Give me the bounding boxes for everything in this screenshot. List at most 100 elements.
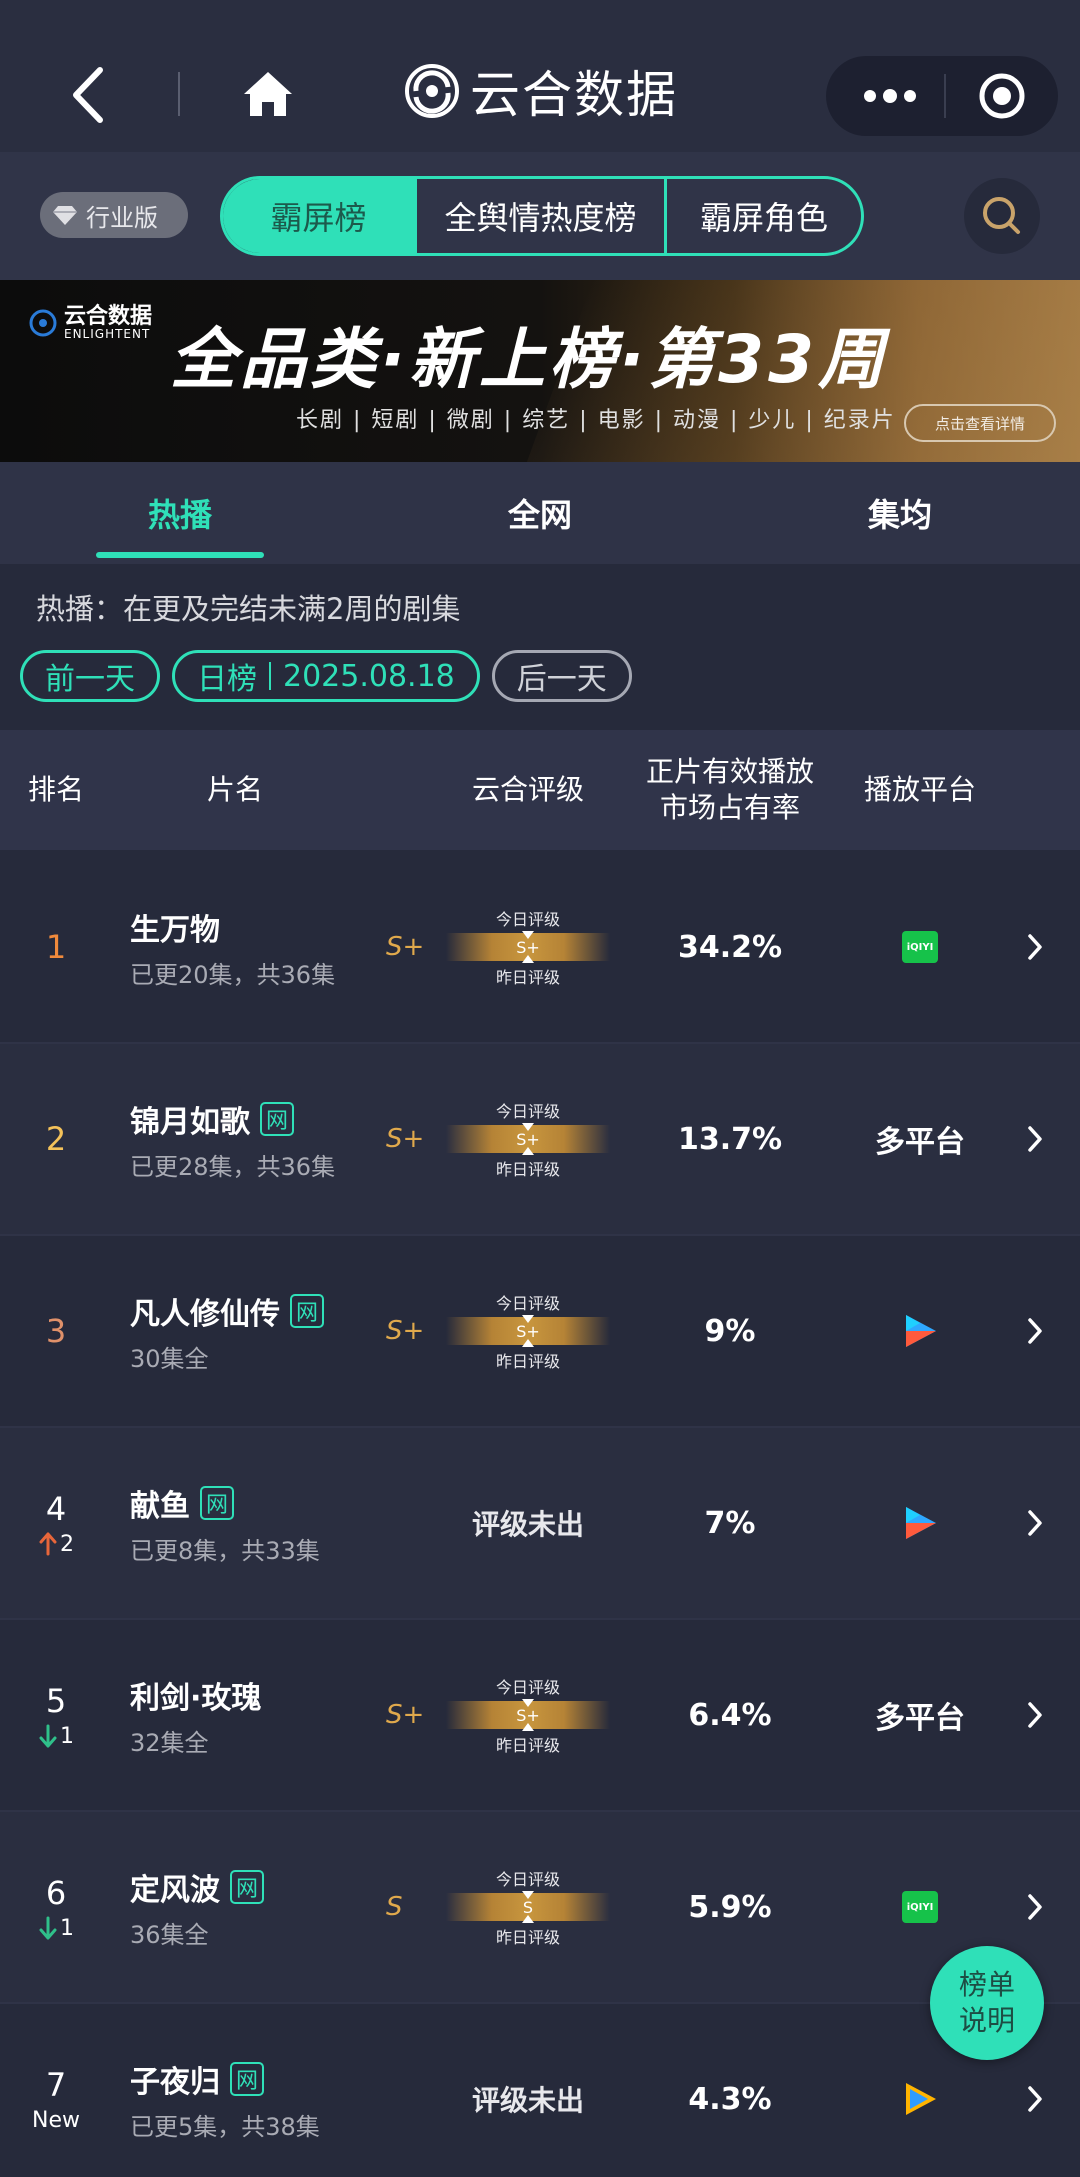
prev-day-button[interactable]: 前一天 xyxy=(20,650,160,702)
search-button[interactable] xyxy=(964,178,1040,254)
rank-number: 6 xyxy=(45,1873,67,1912)
rank-number: 4 xyxy=(45,1489,67,1528)
table-row[interactable]: 2 锦月如歌网已更28集，共36集 S+ 今日评级 S+ 昨日评级 13.7% 多平台 xyxy=(0,1044,1080,1236)
more-dots-icon[interactable] xyxy=(860,82,920,110)
chart-date: 2025.08.18 xyxy=(283,658,455,694)
next-day-button[interactable]: 后一天 xyxy=(491,650,632,702)
back-arrow-icon[interactable] xyxy=(60,60,120,130)
tab-hot-airing[interactable]: 热播 xyxy=(0,462,360,564)
rank-cell: 7 New xyxy=(0,2004,112,2177)
rating-yesterday-label: 昨日评级 xyxy=(495,968,560,987)
rank-down-arrow-icon xyxy=(39,1916,57,1940)
platform-text: 多平台 xyxy=(875,1125,965,1160)
show-title: 凡人修仙传网 xyxy=(130,1289,390,1333)
banner-logo-cn: 云合数据 xyxy=(64,304,153,329)
mini-program-capsule xyxy=(826,56,1058,136)
episode-info: 已更8集，共33集 xyxy=(130,1536,320,1565)
grade-level: S+ xyxy=(386,932,425,962)
header-share-line2: 市场占有率 xyxy=(659,791,800,824)
home-icon[interactable] xyxy=(240,66,296,122)
ranking-type-segment: 霸屏榜 全舆情热度榜 霸屏角色 xyxy=(220,176,864,256)
iqiyi-icon: iQIYI xyxy=(902,1891,938,1923)
rating-bar: S+ xyxy=(446,1123,610,1155)
tab-per-episode[interactable]: 集均 xyxy=(720,462,1080,564)
chart-tabs: 热播 全网 集均 xyxy=(0,462,1080,564)
show-title-text: 凡人修仙传 xyxy=(130,1296,280,1332)
enlightent-logo-icon xyxy=(29,309,57,337)
row-chevron[interactable] xyxy=(1024,1044,1052,1234)
rank-up-arrow-icon xyxy=(39,1532,57,1556)
filter-bar: 行业版 霸屏榜 全舆情热度榜 霸屏角色 xyxy=(0,152,1080,280)
grade-level: S xyxy=(386,1892,403,1922)
banner-logo: 云合数据 ENLIGHTENT xyxy=(28,306,152,340)
close-miniprogram-icon[interactable] xyxy=(978,72,1026,120)
rank-change-value: 1 xyxy=(60,1915,74,1941)
episode-info: 30集全 xyxy=(130,1344,209,1373)
industry-edition-badge[interactable]: 行业版 xyxy=(40,192,188,238)
chevron-right-icon xyxy=(1028,2086,1042,2112)
episode-info: 已更20集，共36集 xyxy=(130,960,336,989)
segment-dominance-list[interactable]: 霸屏榜 xyxy=(223,179,417,253)
platform-cell xyxy=(840,1236,1000,1426)
table-row[interactable]: 4 2 献鱼网已更8集，共33集 评级未出 7% xyxy=(0,1428,1080,1620)
row-chevron[interactable] xyxy=(1024,1428,1052,1618)
platform-cell: 多平台 xyxy=(840,1620,1000,1810)
rank-down-arrow-icon xyxy=(39,1724,57,1748)
rating-yesterday-label: 昨日评级 xyxy=(495,1160,560,1179)
rating-indicator: 今日评级 S+ 昨日评级 xyxy=(446,1620,610,1810)
web-drama-badge: 网 xyxy=(260,1101,294,1136)
rank-change: 2 xyxy=(38,1532,74,1557)
episode-info: 已更28集，共36集 xyxy=(130,1152,336,1181)
banner-detail-button[interactable]: 点击查看详情 xyxy=(904,404,1056,442)
header-share-line1: 正片有效播放 xyxy=(645,755,814,788)
rank-number: 7 xyxy=(45,2065,67,2104)
table-row[interactable]: 1 生万物 已更20集，共36集 S+ 今日评级 S+ 昨日评级 34.2% iQIYI xyxy=(0,852,1080,1044)
rank-cell: 51 xyxy=(0,1620,112,1810)
rating-today-label: 今日评级 xyxy=(495,910,560,929)
web-drama-badge: 网 xyxy=(290,1293,324,1328)
rating-today-label: 今日评级 xyxy=(495,1102,560,1121)
enlightent-logo-icon xyxy=(405,64,459,118)
rating-indicator: 评级未出 xyxy=(440,1428,616,1618)
youku-icon xyxy=(906,1507,936,1539)
row-chevron[interactable] xyxy=(1024,1620,1052,1810)
tab-all-network[interactable]: 全网 xyxy=(360,462,720,564)
diamond-icon xyxy=(53,206,77,225)
show-title: 利剑·玫瑰 xyxy=(130,1673,390,1717)
rating-indicator: 今日评级 S+ 昨日评级 xyxy=(446,852,610,1042)
iqiyi-icon: iQIYI xyxy=(902,931,938,963)
industry-edition-label: 行业版 xyxy=(86,203,158,232)
rank-change-value: 1 xyxy=(60,1723,74,1749)
title-cell: 生万物 已更20集，共36集 xyxy=(130,852,390,1042)
table-row[interactable]: 6 1 定风波网 36集全 S 今日评级 S 昨日评级 5.9% iQIYI xyxy=(0,1812,1080,2004)
table-row[interactable]: 3 凡人修仙传网 30集全 S+ 今日评级 S+ 昨日评级 9% xyxy=(0,1236,1080,1428)
market-share: 34.2% xyxy=(677,929,783,965)
title-cell: 献鱼网已更8集，共33集 xyxy=(130,1428,390,1618)
table-row[interactable]: 5 1 利剑·玫瑰 32集全 S+ 今日评级 S+ 昨日评级 6.4% 多平台 xyxy=(0,1620,1080,1812)
segment-sentiment-heat-list[interactable]: 全舆情热度榜 xyxy=(417,179,667,253)
platform-text: 多平台 xyxy=(875,1701,965,1736)
chevron-right-icon xyxy=(1028,934,1042,960)
rating-indicator: 评级未出 xyxy=(440,2004,616,2177)
platform-cell xyxy=(840,1428,1000,1618)
rating-indicator: 今日评级 S+ 昨日评级 xyxy=(446,1044,610,1234)
brand: 云合数据 xyxy=(404,56,678,126)
segment-dominance-role[interactable]: 霸屏角色 xyxy=(667,179,861,253)
chevron-right-icon xyxy=(1028,1894,1042,1920)
promo-banner[interactable]: 云合数据 ENLIGHTENT 全品类·新上榜·第33周 长剧 | 短剧 | 微… xyxy=(0,280,1080,462)
table-row[interactable]: 7 New 子夜归网已更5集，共38集 评级未出 4.3% xyxy=(0,2004,1080,2177)
rating-bar: S+ xyxy=(446,1315,610,1347)
rank-number: 1 xyxy=(45,928,67,966)
web-drama-badge: 网 xyxy=(230,1869,264,1904)
rank-cell: 3 xyxy=(0,1236,112,1426)
rank-change: 1 xyxy=(38,1724,74,1749)
banner-subtitle: 长剧 | 短剧 | 微剧 | 综艺 | 电影 | 动漫 | 少儿 | 纪录片 xyxy=(296,408,896,433)
title-cell: 锦月如歌网已更28集，共36集 xyxy=(130,1044,390,1234)
row-chevron[interactable] xyxy=(1024,1236,1052,1426)
show-title-text: 定风波 xyxy=(130,1872,220,1908)
chevron-right-icon xyxy=(1028,1318,1042,1344)
row-chevron[interactable] xyxy=(1024,852,1052,1042)
chevron-right-icon xyxy=(1028,1126,1042,1152)
date-picker[interactable]: 日榜 2025.08.18 xyxy=(172,650,480,702)
chart-explanation-button[interactable]: 榜单 说明 xyxy=(930,1946,1044,2060)
